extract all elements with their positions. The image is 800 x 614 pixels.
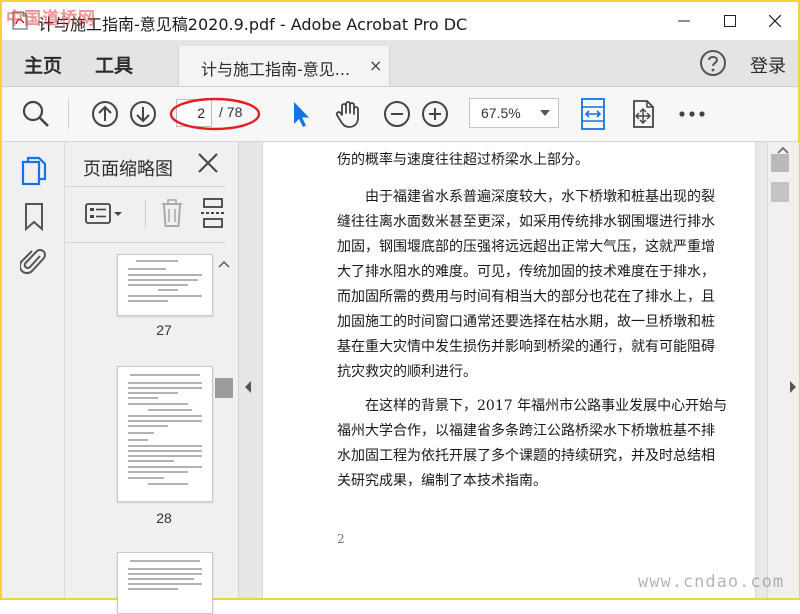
bookmark-icon[interactable] xyxy=(23,202,45,232)
thumbnail-toolbar xyxy=(77,194,229,234)
document-viewport[interactable]: 伤的概率与速度往往超过桥梁水上部分。 由于福建省水系普遍深度较大，水下桥墩和桩基… xyxy=(257,142,767,598)
thumbnail-content xyxy=(128,374,202,485)
watermark-top-left: 中国道桥网 xyxy=(6,9,96,29)
zoom-in-icon[interactable] xyxy=(419,98,451,130)
thumbnail-options-icon[interactable] xyxy=(85,202,125,226)
paperclip-icon[interactable] xyxy=(20,246,48,276)
document-text-line: 由于福建省水系普遍深度较大，水下桥墩和桩基出现的裂 xyxy=(365,189,715,205)
document-text-line: 而加固所需的费用与时间有相当大的部分也花在了排水上，且 xyxy=(337,289,715,305)
zoom-out-icon[interactable] xyxy=(381,98,413,130)
minimize-icon xyxy=(678,20,690,22)
thumbnail-page-28[interactable] xyxy=(117,366,213,502)
document-text-line: 伤的概率与速度往往超过桥梁水上部分。 xyxy=(337,152,589,168)
document-text-line: 加固施工的时间窗口通常还要选择在枯水期，故一旦桥墩和桩 xyxy=(337,314,715,330)
tab-tools[interactable]: 工具 xyxy=(95,51,133,78)
thumbnail-page-29[interactable] xyxy=(117,552,213,614)
document-scroll-thumb[interactable] xyxy=(771,182,789,202)
thumbnail-toolbar-divider xyxy=(145,200,146,228)
toolbar-divider xyxy=(68,99,69,129)
document-text-line: 在这样的背景下，2017 年福州市公路事业发展中心开始与 xyxy=(365,398,728,414)
toolbar: / 78 67.5% xyxy=(2,87,798,142)
scroll-up-arrow-icon[interactable] xyxy=(218,260,230,268)
document-text-line: 缝往往离水面数米甚至更深，如采用传统排水钢围堰进行排水 xyxy=(337,214,715,230)
panel-divider xyxy=(65,186,225,187)
document-text-line: 水加固工程为依托开展了多个课题的持续研究，并及时总结相 xyxy=(337,448,715,464)
close-panel-icon[interactable] xyxy=(197,152,219,174)
left-navigation-rail xyxy=(2,142,65,598)
document-text-line: 基在重大灾情中发生损伤并影响到桥梁的通行，就有可能阻碍 xyxy=(337,339,715,355)
panel-divider-2 xyxy=(65,242,225,243)
thumbnail-scrollbar[interactable] xyxy=(214,254,234,598)
thumbnail-panel-title: 页面缩略图 xyxy=(83,159,173,180)
thumbnail-content xyxy=(128,560,202,590)
close-tab-icon[interactable]: × xyxy=(369,56,382,75)
close-window-button[interactable] xyxy=(752,2,798,40)
tab-bar: 主页 工具 计与施工指南-意见... × 登录 xyxy=(2,40,798,87)
search-icon[interactable] xyxy=(20,98,52,130)
tab-home[interactable]: 主页 xyxy=(24,51,62,78)
chevron-down-icon xyxy=(540,110,550,116)
zoom-value: 67.5% xyxy=(481,105,521,121)
window-title: 计与施工指南-意见稿2020.9.pdf - Adobe Acrobat Pro… xyxy=(38,15,468,34)
expand-right-panel-arrow-icon[interactable] xyxy=(788,380,798,394)
panel-splitter[interactable] xyxy=(238,142,257,598)
document-scrollbar[interactable] xyxy=(767,142,799,598)
document-tab-label: 计与施工指南-意见... xyxy=(201,60,351,79)
minimize-button[interactable] xyxy=(661,2,707,40)
close-icon xyxy=(769,15,781,27)
red-ellipse-annotation xyxy=(169,97,261,131)
document-page-number: 2 xyxy=(337,532,345,546)
document-text-line: 加固，钢围堰底部的压强将远远超出正常大气压，这就严重增 xyxy=(337,239,715,255)
insert-page-icon[interactable] xyxy=(199,198,227,228)
pdf-page: 伤的概率与速度往往超过桥梁水上部分。 由于福建省水系普遍深度较大，水下桥墩和桩基… xyxy=(263,142,755,598)
next-page-icon[interactable] xyxy=(127,98,159,130)
page-arrange-icon[interactable] xyxy=(627,98,659,130)
thumbnail-page-number: 28 xyxy=(156,510,172,526)
fit-width-icon[interactable] xyxy=(577,98,609,130)
more-tools-icon[interactable] xyxy=(676,98,708,130)
trash-icon[interactable] xyxy=(159,198,185,228)
document-text-line: 大了排水阻水的难度。可见，传统加固的技术难度在于排水， xyxy=(337,264,715,280)
thumbnail-page-27[interactable] xyxy=(117,254,213,316)
select-pointer-icon[interactable] xyxy=(285,98,317,130)
thumbnail-scroll-thumb[interactable] xyxy=(215,378,233,398)
maximize-icon xyxy=(724,15,736,27)
thumbnail-panel: 页面缩略图 27 28 xyxy=(65,142,238,614)
previous-page-icon[interactable] xyxy=(89,98,121,130)
scrollbar-top-marker xyxy=(771,154,789,172)
watermark-bottom-right: www.cndao.com xyxy=(638,572,785,592)
document-text-line: 福州大学合作，以福建省多条跨江公路桥梁水下桥墩桩基不排 xyxy=(337,423,715,439)
thumbnail-page-number: 27 xyxy=(156,322,172,338)
hand-tool-icon[interactable] xyxy=(332,98,364,130)
collapse-panel-arrow-icon[interactable] xyxy=(243,380,253,394)
title-bar: 计与施工指南-意见稿2020.9.pdf - Adobe Acrobat Pro… xyxy=(2,2,798,40)
login-button[interactable]: 登录 xyxy=(750,52,786,78)
maximize-button[interactable] xyxy=(707,2,753,40)
document-text-line: 关研究成果，编制了本技术指南。 xyxy=(337,473,547,489)
page-thumbnails-icon[interactable] xyxy=(21,156,47,186)
zoom-select[interactable]: 67.5% xyxy=(469,98,559,128)
tab-document[interactable]: 计与施工指南-意见... × xyxy=(178,46,390,86)
document-text-line: 抗灾救灾的顺利进行。 xyxy=(337,364,477,380)
thumbnail-content xyxy=(128,260,202,302)
scroll-up-arrow-icon[interactable] xyxy=(777,146,789,154)
help-icon[interactable] xyxy=(699,49,727,77)
